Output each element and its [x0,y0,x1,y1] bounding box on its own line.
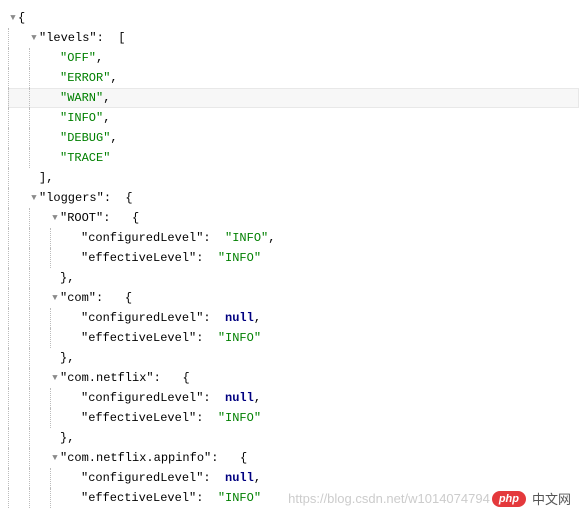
tree-row[interactable]: "TRACE" [8,148,579,168]
tree-row[interactable]: "INFO", [8,108,579,128]
tree-row[interactable]: ▼ "levels": [ [8,28,579,48]
tree-row[interactable]: "effectiveLevel": "INFO" [8,488,579,508]
chevron-down-icon[interactable]: ▼ [8,8,18,28]
bracket-close: ] [39,171,46,185]
tree-row[interactable]: "effectiveLevel": "INFO" [8,248,579,268]
tree-row[interactable]: "configuredLevel": null, [8,308,579,328]
tree-row-hovered[interactable]: "WARN", [8,88,579,108]
chevron-down-icon[interactable]: ▼ [50,288,60,308]
json-key: "effectiveLevel" [81,411,196,425]
tree-row[interactable]: "configuredLevel": "INFO", [8,228,579,248]
tree-row[interactable]: ], [8,168,579,188]
tree-row[interactable]: "DEBUG", [8,128,579,148]
json-key: "configuredLevel" [81,471,203,485]
json-string: "DEBUG" [60,131,110,145]
json-key: "effectiveLevel" [81,331,196,345]
json-null: null [225,391,254,405]
tree-row[interactable]: ▼ "com.netflix": { [8,368,579,388]
chevron-down-icon[interactable]: ▼ [29,28,39,48]
json-null: null [225,311,254,325]
tree-row[interactable]: "effectiveLevel": "INFO" [8,328,579,348]
chevron-down-icon[interactable]: ▼ [29,188,39,208]
tree-row[interactable]: }, [8,268,579,288]
json-key: "configuredLevel" [81,311,203,325]
brace-open: { [125,191,132,205]
json-null: null [225,471,254,485]
json-key: "loggers" [39,191,104,205]
bracket-open: [ [118,31,125,45]
tree-row[interactable]: ▼ "ROOT": { [8,208,579,228]
tree-row[interactable]: "effectiveLevel": "INFO" [8,408,579,428]
json-key: "com.netflix" [60,371,154,385]
json-key: "configuredLevel" [81,231,203,245]
json-string: "INFO" [60,111,103,125]
json-string: "TRACE" [60,151,110,165]
tree-row[interactable]: }, [8,348,579,368]
brace-close: }, [60,351,74,365]
tree-row[interactable]: "OFF", [8,48,579,68]
json-string: "WARN" [60,91,103,105]
json-string: "INFO" [225,231,268,245]
json-tree: ▼ { ▼ "levels": [ "OFF", "ERROR", "WARN"… [8,8,579,508]
json-string: "ERROR" [60,71,110,85]
tree-row[interactable]: "configuredLevel": null, [8,388,579,408]
chevron-down-icon[interactable]: ▼ [50,208,60,228]
json-key: "levels" [39,31,97,45]
json-string: "OFF" [60,51,96,65]
brace-open: { [18,11,25,25]
tree-row[interactable]: ▼ "com": { [8,288,579,308]
brace-close: }, [60,431,74,445]
json-string: "INFO" [218,411,261,425]
tree-row[interactable]: ▼ { [8,8,579,28]
chevron-down-icon[interactable]: ▼ [50,448,60,468]
tree-row[interactable]: ▼ "loggers": { [8,188,579,208]
tree-row[interactable]: ▼ "com.netflix.appinfo": { [8,448,579,468]
json-key: "com" [60,291,96,305]
json-string: "INFO" [218,251,261,265]
json-key: "effectiveLevel" [81,251,196,265]
tree-row[interactable]: "ERROR", [8,68,579,88]
brace-close: }, [60,271,74,285]
tree-row[interactable]: }, [8,428,579,448]
json-key: "ROOT" [60,211,103,225]
chevron-down-icon[interactable]: ▼ [50,368,60,388]
json-string: "INFO" [218,491,261,505]
json-key: "effectiveLevel" [81,491,196,505]
json-string: "INFO" [218,331,261,345]
json-key: "configuredLevel" [81,391,203,405]
tree-row[interactable]: "configuredLevel": null, [8,468,579,488]
json-key: "com.netflix.appinfo" [60,451,211,465]
